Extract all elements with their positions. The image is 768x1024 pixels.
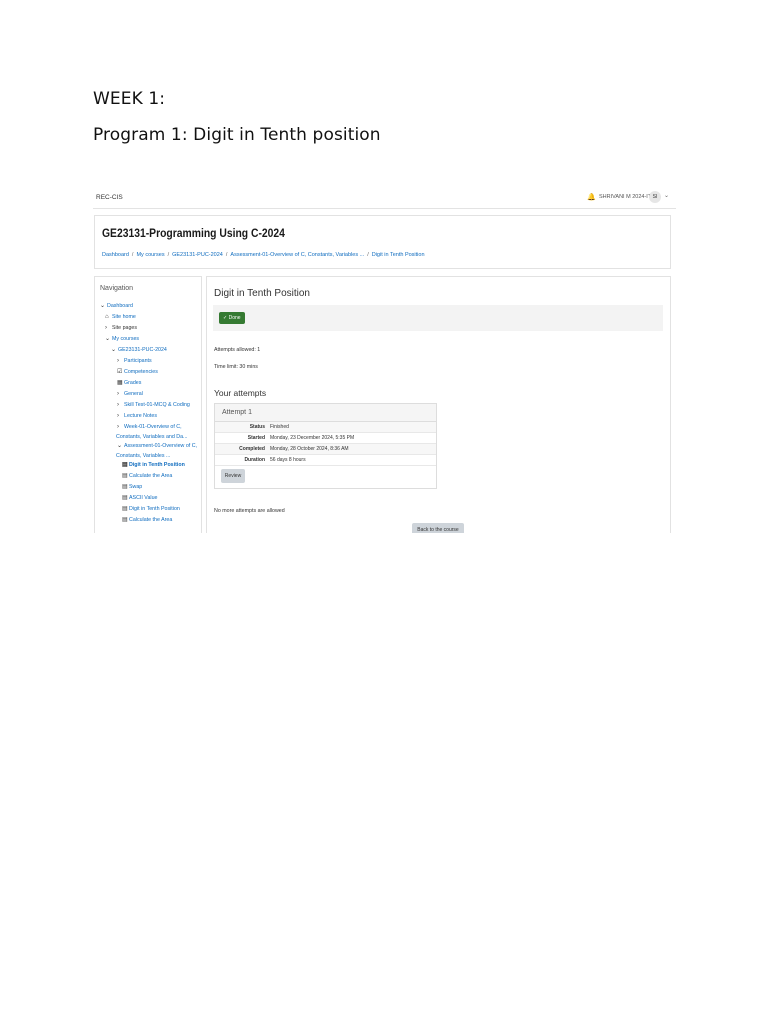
site-name[interactable]: REC-CIS: [96, 194, 123, 201]
breadcrumb-course[interactable]: GE23131-PUC-2024: [172, 252, 223, 258]
breadcrumb-activity[interactable]: Digit in Tenth Position: [372, 252, 425, 258]
avatar[interactable]: SI: [649, 191, 661, 203]
quiz-icon: ▤: [122, 517, 128, 523]
quiz-icon: ▤: [122, 462, 128, 468]
quiz-icon: ▤: [122, 495, 128, 501]
breadcrumb-assessment[interactable]: Assessment-01-Overview of C, Constants, …: [230, 252, 364, 258]
time-limit: Time limit: 30 mins: [214, 364, 258, 370]
nav-item-general[interactable]: › General: [95, 389, 197, 400]
navigation-block: Navigation ⌄ Dashboard ⌂ Site home › Site p…: [94, 276, 202, 533]
table-row: Completed Monday, 28 October 2024, 8:36 A…: [215, 443, 436, 455]
nav-item-digit-in-tenth-position-2[interactable]: ▤Digit in Tenth Position: [95, 504, 197, 515]
program-heading: Program 1: Digit in Tenth position: [93, 125, 381, 145]
nav-item-skill-test[interactable]: › Skill Test-01-MCQ & Coding: [95, 400, 197, 411]
nav-item-assessment-01[interactable]: ⌄ Assessment-01-Overview of C, Constants, …: [95, 441, 197, 460]
done-badge: ✓ Done: [219, 312, 245, 324]
chevron-down-icon: ⌄: [100, 303, 106, 309]
nav-item-site-home[interactable]: ⌂ Site home: [95, 312, 197, 323]
course-header: GE23131-Programming Using C-2024 Dashboa…: [94, 215, 671, 269]
nav-item-my-courses[interactable]: ⌄ My courses: [95, 334, 197, 345]
attempt-table: Status Finished Started Monday, 23 Decembe…: [215, 422, 436, 466]
nav-item-lecture-notes[interactable]: › Lecture Notes: [95, 411, 197, 422]
chevron-right-icon: ›: [117, 424, 119, 430]
chevron-right-icon: ›: [117, 413, 119, 419]
chevron-down-icon[interactable]: ⌄: [664, 192, 669, 199]
nav-item-participants[interactable]: › Participants: [95, 356, 197, 367]
nav-item-calculate-area-2[interactable]: ▤Calculate the Area: [95, 515, 197, 526]
embedded-screenshot: REC-CIS 🔔 SHRIVANI M 2024-IT SI ⌄ GE2313…: [93, 186, 676, 533]
nav-item-ascii-value[interactable]: ▤ASCII Value: [95, 493, 197, 504]
attempts-heading: Your attempts: [214, 388, 267, 398]
nav-item-dashboard[interactable]: ⌄ Dashboard: [95, 301, 197, 312]
table-icon: ▦: [117, 380, 123, 386]
chevron-right-icon: ›: [105, 325, 107, 331]
chevron-down-icon: ⌄: [105, 336, 111, 342]
table-row: Status Finished: [215, 422, 436, 433]
nav-item-week-01[interactable]: › Week-01-Overview of C, Constants, Variab…: [95, 422, 197, 441]
nav-item-calculate-area[interactable]: ▤Calculate the Area: [95, 471, 197, 482]
nav-item-course[interactable]: ⌄ GE23131-PUC-2024: [95, 345, 197, 356]
bell-icon[interactable]: 🔔: [587, 193, 596, 201]
top-navbar: REC-CIS 🔔 SHRIVANI M 2024-IT SI ⌄: [93, 186, 676, 209]
back-to-course-button[interactable]: Back to the course: [412, 523, 464, 533]
checkbox-icon: ☑: [117, 369, 123, 375]
nav-item-digit-in-tenth-position[interactable]: ▤Digit in Tenth Position: [95, 460, 197, 471]
breadcrumb: Dashboard / My courses / GE23131-PUC-2024/As…: [102, 252, 425, 258]
activity-content: Digit in Tenth Position ✓ Done Attempts …: [206, 276, 671, 533]
user-name[interactable]: SHRIVANI M 2024-IT: [599, 194, 651, 200]
no-more-attempts: No more attempts are allowed: [214, 508, 285, 514]
activity-title: Digit in Tenth Position: [214, 288, 310, 299]
review-button[interactable]: Review: [221, 469, 245, 483]
breadcrumb-dashboard[interactable]: Dashboard: [102, 252, 129, 258]
chevron-right-icon: ›: [117, 391, 119, 397]
home-icon: ⌂: [105, 314, 109, 320]
nav-item-competencies[interactable]: ☑ Competencies: [95, 367, 197, 378]
table-row: Duration 56 days 8 hours: [215, 454, 436, 466]
navigation-tree: ⌄ Dashboard ⌂ Site home › Site pages ⌄ My co…: [95, 301, 197, 526]
quiz-icon: ▤: [122, 484, 128, 490]
chevron-down-icon: ⌄: [111, 347, 117, 353]
nav-item-swap[interactable]: ▤Swap: [95, 482, 197, 493]
attempt-title: Attempt 1: [215, 404, 436, 422]
breadcrumb-my-courses[interactable]: My courses: [136, 252, 164, 258]
nav-item-grades[interactable]: ▦Grades: [95, 378, 197, 389]
navigation-title: Navigation: [100, 285, 134, 292]
completion-info: ✓ Done: [213, 305, 663, 331]
chevron-right-icon: ›: [117, 402, 119, 408]
attempt-summary: Attempt 1 Status Finished Started Monday, …: [214, 403, 437, 489]
table-row: Started Monday, 23 December 2024, 5:35 PM: [215, 432, 436, 444]
nav-item-site-pages[interactable]: › Site pages: [95, 323, 197, 334]
chevron-right-icon: ›: [117, 358, 119, 364]
quiz-icon: ▤: [122, 506, 128, 512]
attempts-allowed: Attempts allowed: 1: [214, 347, 261, 353]
week-heading: WEEK 1:: [93, 89, 166, 109]
course-title: GE23131-Programming Using C-2024: [102, 228, 285, 240]
chevron-down-icon: ⌄: [117, 443, 123, 449]
quiz-icon: ▤: [122, 473, 128, 479]
